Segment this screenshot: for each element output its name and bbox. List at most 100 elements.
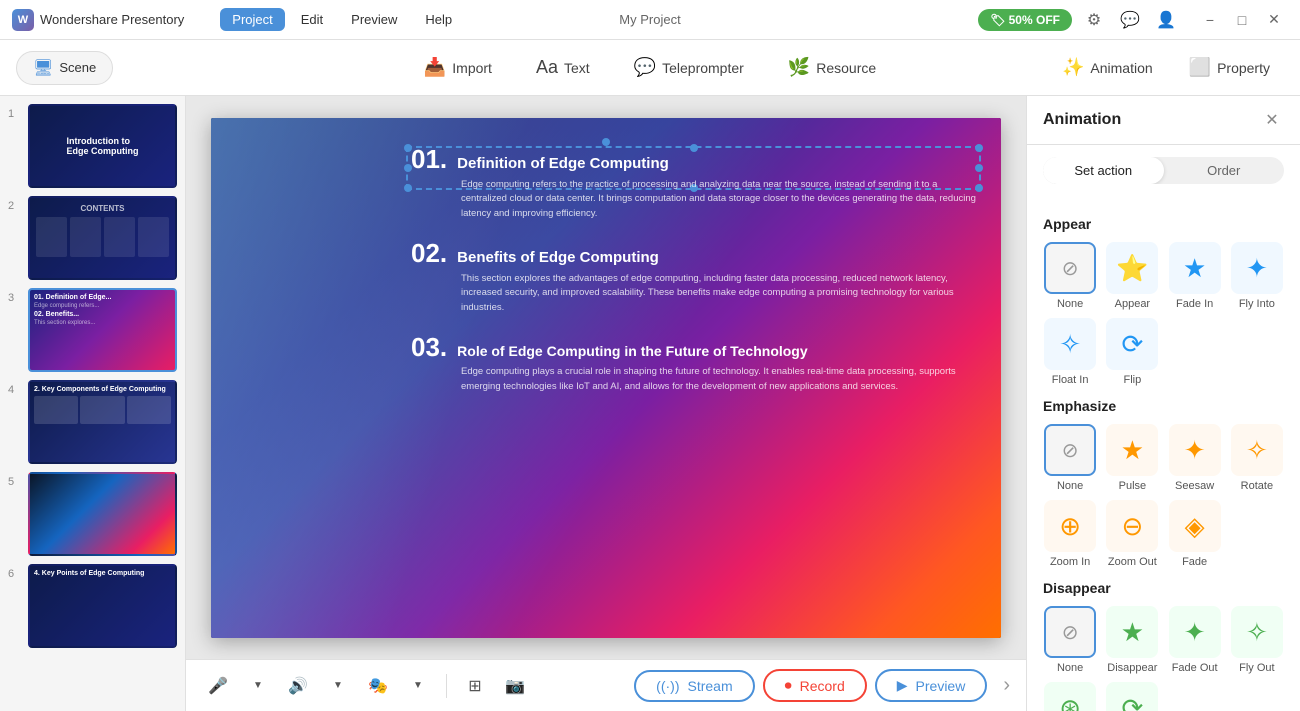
appear-fade-in[interactable]: ★ Fade In <box>1168 242 1222 310</box>
volume-dropdown-icon[interactable]: ▼ <box>322 670 354 702</box>
canvas-container[interactable]: 01. Definition of Edge Computing Edge co… <box>186 96 1026 659</box>
appear-fadein-label: Fade In <box>1176 298 1213 310</box>
panel-title: Animation <box>1043 111 1260 129</box>
emphasize-fade-box: ◈ <box>1169 500 1221 552</box>
emphasize-zoom-in[interactable]: ⊕ Zoom In <box>1043 500 1097 568</box>
text-label: Text <box>564 60 590 76</box>
teleprompter-button[interactable]: 💬 Teleprompter <box>624 51 754 84</box>
disappear-none-box: ⊘ <box>1044 606 1096 658</box>
chevron-right-icon[interactable]: › <box>1003 674 1010 697</box>
mic-icon[interactable]: 🎤 <box>202 670 234 702</box>
slide-thumbnail-1[interactable]: Introduction toEdge Computing <box>28 104 177 188</box>
resource-button[interactable]: 🌿 Resource <box>778 51 886 84</box>
slide-item[interactable]: 5 <box>8 472 177 556</box>
animation-icon: ✨ <box>1062 57 1084 78</box>
maximize-button[interactable]: □ <box>1228 6 1256 34</box>
tab-set-action[interactable]: Set action <box>1043 157 1164 184</box>
layout-icon[interactable]: ⊞ <box>459 670 491 702</box>
window-controls: − □ ✕ <box>1196 6 1288 34</box>
stream-button[interactable]: ((·)) Stream <box>634 670 754 702</box>
nav-help[interactable]: Help <box>413 8 464 31</box>
import-button[interactable]: 📥 Import <box>414 51 502 84</box>
slide-number: 3 <box>8 288 20 304</box>
emphasize-fade[interactable]: ◈ Fade <box>1168 500 1222 568</box>
camera-icon[interactable]: 📷 <box>499 670 531 702</box>
disappear-fadeout-label: Fade Out <box>1172 662 1218 674</box>
slide-section-1: 01. Definition of Edge Computing Edge co… <box>411 146 981 222</box>
disappear-grid: ⊘ None ★ Disappear ✦ Fade Out <box>1043 606 1284 711</box>
settings-icon[interactable]: ⚙ <box>1080 6 1108 34</box>
appear-flip-box: ⟳ <box>1106 318 1158 370</box>
emphasize-seesaw[interactable]: ✦ Seesaw <box>1168 424 1222 492</box>
appear-flip[interactable]: ⟳ Flip <box>1105 318 1159 386</box>
tab-order[interactable]: Order <box>1164 157 1285 184</box>
disappear-disappear-box: ★ <box>1106 606 1158 658</box>
record-button[interactable]: ⏺ Record <box>763 669 867 702</box>
scene-label: Scene <box>59 60 96 75</box>
nav-preview[interactable]: Preview <box>339 8 409 31</box>
slide-thumbnail-4[interactable]: 2. Key Components of Edge Computing <box>28 380 177 464</box>
slide-item[interactable]: 4 2. Key Components of Edge Computing <box>8 380 177 464</box>
effects-icon[interactable]: 🎭 <box>362 670 394 702</box>
disappear-fadeout-box: ✦ <box>1169 606 1221 658</box>
slide-item[interactable]: 1 Introduction toEdge Computing <box>8 104 177 188</box>
slide-item[interactable]: 3 01. Definition of Edge... Edge computi… <box>8 288 177 372</box>
account-icon[interactable]: 👤 <box>1152 6 1180 34</box>
property-button[interactable]: ⬜ Property <box>1175 51 1284 84</box>
emphasize-rotate-box: ✧ <box>1231 424 1283 476</box>
emphasize-zoom-out[interactable]: ⊖ Zoom Out <box>1105 500 1159 568</box>
appear-flyinto-box: ✦ <box>1231 242 1283 294</box>
record-label: Record <box>800 678 845 694</box>
disappear-fade-out[interactable]: ✦ Fade Out <box>1168 606 1222 674</box>
scene-button[interactable]: 🖥 Scene <box>16 51 113 85</box>
canvas-area: 01. Definition of Edge Computing Edge co… <box>186 96 1026 711</box>
disappear-disappear[interactable]: ★ Disappear <box>1105 606 1159 674</box>
slide-number: 2 <box>8 196 20 212</box>
slide-section-2: 02. Benefits of Edge Computing This sect… <box>411 240 981 316</box>
preview-button[interactable]: ▶ Preview <box>875 669 988 702</box>
appear-float-in[interactable]: ✧ Float In <box>1043 318 1097 386</box>
slide-thumbnail-2[interactable]: CONTENTS <box>28 196 177 280</box>
volume-icon[interactable]: 🔊 <box>282 670 314 702</box>
slide-thumbnail-5[interactable] <box>28 472 177 556</box>
effects-dropdown-icon[interactable]: ▼ <box>402 670 434 702</box>
slide-canvas[interactable]: 01. Definition of Edge Computing Edge co… <box>211 118 1001 638</box>
emphasize-grid: ⊘ None ★ Pulse ✦ Seesaw <box>1043 424 1284 568</box>
preview-label: Preview <box>916 678 966 694</box>
separator <box>446 674 447 698</box>
slide-thumbnail-6[interactable]: 4. Key Points of Edge Computing <box>28 564 177 648</box>
resource-icon: 🌿 <box>788 57 810 78</box>
promo-button[interactable]: 🏷 50% OFF <box>978 9 1072 31</box>
slide-item[interactable]: 2 CONTENTS <box>8 196 177 280</box>
text-button[interactable]: Aa Text <box>526 51 600 84</box>
import-label: Import <box>452 60 492 76</box>
appear-none[interactable]: ⊘ None <box>1043 242 1097 310</box>
disappear-fly-out[interactable]: ✧ Fly Out <box>1230 606 1284 674</box>
appear-floatin-box: ✧ <box>1044 318 1096 370</box>
disappear-section-title: Disappear <box>1043 580 1284 596</box>
emphasize-none[interactable]: ⊘ None <box>1043 424 1097 492</box>
disappear-none[interactable]: ⊘ None <box>1043 606 1097 674</box>
animation-button[interactable]: ✨ Animation <box>1048 51 1167 84</box>
emphasize-rotate-label: Rotate <box>1241 480 1273 492</box>
close-button[interactable]: ✕ <box>1260 6 1288 34</box>
emphasize-rotate[interactable]: ✧ Rotate <box>1230 424 1284 492</box>
mic-dropdown-icon[interactable]: ▼ <box>242 670 274 702</box>
disappear-float-out[interactable]: ⊛ Float Out <box>1043 682 1097 711</box>
disappear-flip[interactable]: ⟳ Flip <box>1105 682 1159 711</box>
emphasize-pulse[interactable]: ★ Pulse <box>1105 424 1159 492</box>
app-icon: W <box>12 9 34 31</box>
slide-thumbnail-3[interactable]: 01. Definition of Edge... Edge computing… <box>28 288 177 372</box>
appear-fly-into[interactable]: ✦ Fly Into <box>1230 242 1284 310</box>
slide-number: 4 <box>8 380 20 396</box>
panel-close-button[interactable]: ✕ <box>1260 108 1284 132</box>
titlebar: W Wondershare Presentory Project Edit Pr… <box>0 0 1300 40</box>
emphasize-fade-label: Fade <box>1182 556 1207 568</box>
minimize-button[interactable]: − <box>1196 6 1224 34</box>
nav-edit[interactable]: Edit <box>289 8 335 31</box>
nav-project[interactable]: Project <box>220 8 284 31</box>
section2-body: This section explores the advantages of … <box>461 272 981 316</box>
appear-appear[interactable]: ⭐ Appear <box>1105 242 1159 310</box>
slide-item[interactable]: 6 4. Key Points of Edge Computing <box>8 564 177 648</box>
message-icon[interactable]: 💬 <box>1116 6 1144 34</box>
